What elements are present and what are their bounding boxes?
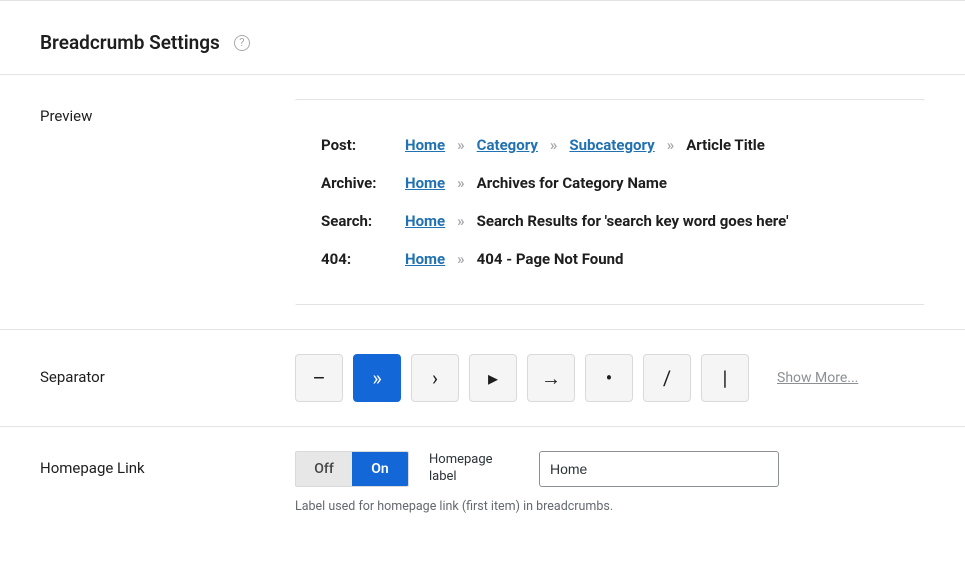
separator-option-rsaquo[interactable]: ›	[411, 354, 459, 402]
separator-option-slash[interactable]: /	[643, 354, 691, 402]
separator-icon: »	[457, 212, 465, 230]
breadcrumb-link-category[interactable]: Category	[477, 136, 538, 154]
preview-section: Preview Post: Home » Category » Subcateg…	[0, 75, 965, 330]
preview-row-label: Archive:	[321, 174, 393, 192]
separator-option-triangle[interactable]: ▸	[469, 354, 517, 402]
preview-row-404: 404: Home » 404 - Page Not Found	[321, 240, 899, 278]
preview-row-archive: Archive: Home » Archives for Category Na…	[321, 164, 899, 202]
separator-options: – » › ▸ → • / | Show More...	[295, 354, 925, 402]
preview-row-label: Post:	[321, 136, 393, 154]
separator-section: Separator – » › ▸ → • / | Show More...	[0, 330, 965, 427]
homepage-label-input[interactable]	[539, 451, 779, 487]
preview-row-label: 404:	[321, 250, 393, 268]
separator-icon: »	[457, 174, 465, 192]
separator-label: Separator	[40, 354, 295, 386]
preview-row-label: Search:	[321, 212, 393, 230]
breadcrumb-link-home[interactable]: Home	[405, 212, 445, 230]
breadcrumb-current: 404 - Page Not Found	[477, 250, 624, 268]
homepage-link-label: Homepage Link	[40, 451, 295, 477]
homepage-label-text: Homepage label	[429, 452, 519, 486]
show-more-link[interactable]: Show More...	[777, 370, 858, 386]
preview-label: Preview	[40, 99, 295, 125]
separator-icon: »	[457, 250, 465, 268]
toggle-off-button[interactable]: Off	[296, 452, 352, 486]
breadcrumb-link-home[interactable]: Home	[405, 136, 445, 154]
homepage-link-section: Homepage Link Off On Homepage label Labe…	[0, 427, 965, 538]
separator-option-pipe[interactable]: |	[701, 354, 749, 402]
preview-row-search: Search: Home » Search Results for 'searc…	[321, 202, 899, 240]
breadcrumb-current: Archives for Category Name	[477, 174, 667, 192]
preview-row-post: Post: Home » Category » Subcategory » Ar…	[321, 126, 899, 164]
separator-option-raquo[interactable]: »	[353, 354, 401, 402]
breadcrumb-current: Article Title	[686, 136, 765, 154]
preview-card: Post: Home » Category » Subcategory » Ar…	[295, 99, 925, 305]
separator-icon: »	[667, 136, 675, 154]
page-title: Breadcrumb Settings	[40, 31, 220, 54]
breadcrumb-link-subcategory[interactable]: Subcategory	[569, 136, 654, 154]
separator-option-bullet[interactable]: •	[585, 354, 633, 402]
page-header: Breadcrumb Settings ?	[0, 1, 965, 75]
separator-option-arrow[interactable]: →	[527, 354, 575, 402]
homepage-link-description: Label used for homepage link (first item…	[295, 499, 925, 514]
separator-icon: »	[457, 136, 465, 154]
help-icon[interactable]: ?	[234, 35, 250, 51]
separator-option-dash[interactable]: –	[295, 354, 343, 402]
separator-icon: »	[550, 136, 558, 154]
breadcrumb-link-home[interactable]: Home	[405, 174, 445, 192]
breadcrumb-current: Search Results for 'search key word goes…	[477, 212, 789, 230]
toggle-on-button[interactable]: On	[352, 452, 408, 486]
homepage-link-toggle: Off On	[295, 451, 409, 487]
breadcrumb-link-home[interactable]: Home	[405, 250, 445, 268]
